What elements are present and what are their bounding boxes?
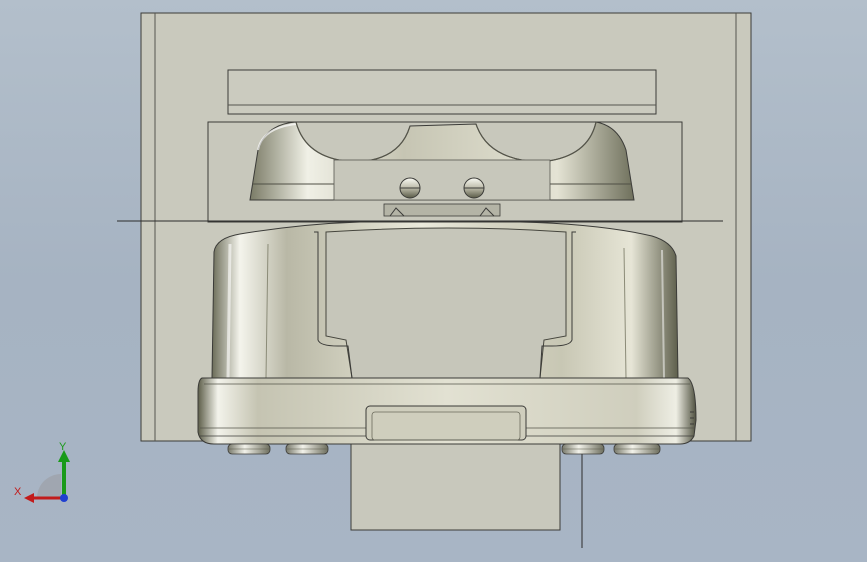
lower-block — [350, 440, 561, 531]
triad-y-label: Y — [59, 441, 67, 453]
main-shell — [211, 221, 679, 379]
triad-x-label: X — [14, 486, 22, 498]
coordinate-triad: Y X — [10, 438, 80, 508]
cad-viewport[interactable]: Y X — [0, 0, 867, 562]
cad-model-drawing — [117, 12, 752, 548]
base-flange — [197, 377, 697, 445]
